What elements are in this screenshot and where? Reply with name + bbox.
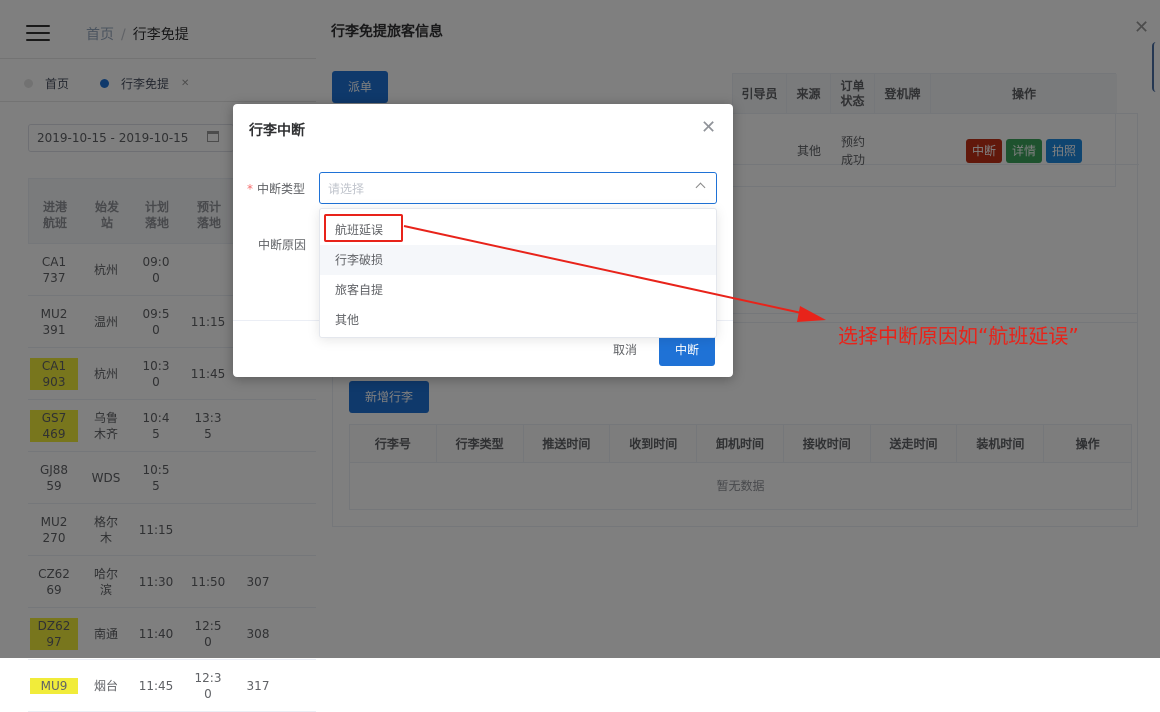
- cell-est: 12:3 0: [194, 671, 222, 701]
- annotation-text: 选择中断原因如“航班延误”: [838, 324, 1079, 348]
- cell-origin: 烟台: [93, 679, 118, 693]
- cell-flight: MU9: [30, 678, 78, 694]
- cell-planned: 11:45: [138, 679, 174, 693]
- table-row[interactable]: MU9 烟台 11:45 12:3 0 317: [28, 660, 316, 712]
- cell-gate: 317: [246, 679, 270, 693]
